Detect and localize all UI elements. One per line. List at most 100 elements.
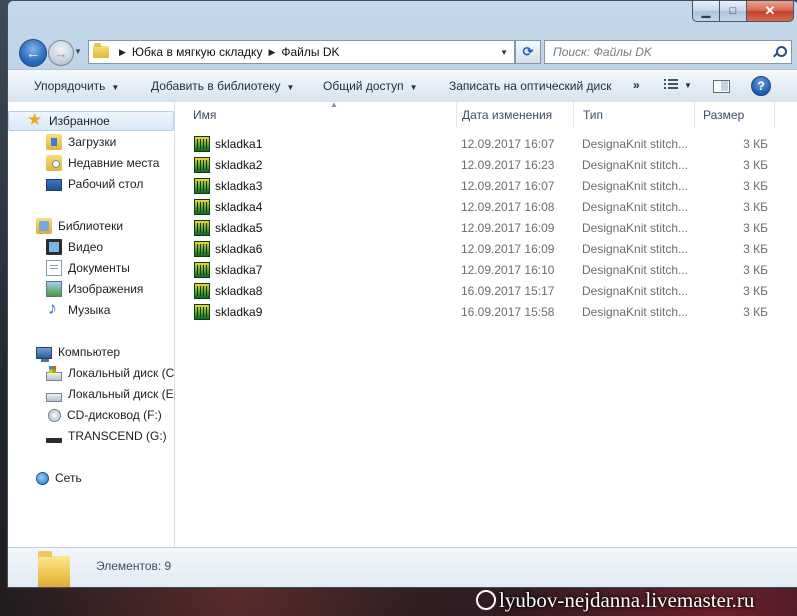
file-name: skladka6 (215, 241, 263, 256)
column-header-label: Размер (703, 108, 745, 122)
add-to-library-button[interactable]: Добавить в библиотеку ▼ (151, 79, 294, 93)
view-options-icon[interactable] (664, 79, 678, 91)
file-size: 3 КБ (743, 262, 768, 277)
maximize-button[interactable]: □ (720, 1, 747, 22)
nav-label: Избранное (49, 114, 110, 128)
images-icon (46, 281, 62, 297)
file-type: DesignaKnit stitch... (582, 220, 689, 235)
preview-pane-icon[interactable] (708, 78, 734, 94)
command-bar: Упорядочить ▼ Добавить в библиотеку ▼ Общи… (8, 69, 797, 103)
organize-label: Упорядочить (34, 79, 106, 93)
file-size: 3 КБ (743, 304, 768, 319)
address-bar[interactable]: ▶ Юбка в мягкую складку ▶ Файлы DK ▼ (88, 40, 515, 64)
stitch-file-icon (194, 282, 210, 299)
folder-icon (93, 43, 109, 58)
minimize-button[interactable]: ▁ (692, 1, 720, 22)
nav-network[interactable]: Сеть (8, 468, 202, 488)
help-button[interactable]: ? (751, 76, 771, 96)
local-disk-icon (46, 392, 62, 402)
stitch-file-icon (194, 198, 210, 215)
file-row[interactable]: skladka6 12.09.2017 16:09 DesignaKnit st… (175, 238, 797, 259)
desktop-icon (46, 179, 62, 191)
stitch-file-icon (194, 240, 210, 257)
back-button[interactable]: ← (19, 39, 47, 67)
file-name: skladka4 (215, 199, 263, 214)
sort-ascending-icon: ▲ (330, 100, 338, 109)
recent-places-icon (46, 155, 62, 171)
file-type: DesignaKnit stitch... (582, 199, 689, 214)
nav-libraries[interactable]: Библиотеки (8, 216, 202, 236)
file-row[interactable]: skladka4 12.09.2017 16:08 DesignaKnit st… (175, 196, 797, 217)
search-icon[interactable] (773, 46, 787, 58)
file-date: 12.09.2017 16:10 (461, 262, 555, 277)
file-date: 12.09.2017 16:09 (461, 241, 555, 256)
music-icon (46, 300, 62, 319)
organize-button[interactable]: Упорядочить ▼ (34, 79, 119, 93)
file-type: DesignaKnit stitch... (582, 241, 689, 256)
file-name: skladka8 (215, 283, 263, 298)
downloads-icon (46, 134, 62, 150)
file-row[interactable]: skladka9 16.09.2017 15:58 DesignaKnit st… (175, 301, 797, 322)
file-row[interactable]: skladka3 12.09.2017 16:07 DesignaKnit st… (175, 175, 797, 196)
nav-label: Сеть (55, 471, 82, 485)
address-dropdown-icon[interactable]: ▼ (500, 48, 508, 57)
chevron-down-icon: ▼ (286, 83, 295, 92)
column-header-name[interactable]: Имя ▲ (185, 100, 457, 128)
breadcrumb-chevron-icon[interactable]: ▶ (119, 47, 126, 58)
file-row[interactable]: skladka8 16.09.2017 15:17 DesignaKnit st… (175, 280, 797, 301)
forward-button[interactable]: → (48, 40, 74, 66)
file-name: skladka1 (215, 136, 263, 151)
column-header-date[interactable]: Дата изменения (454, 102, 574, 128)
file-type: DesignaKnit stitch... (582, 136, 689, 151)
file-row[interactable]: skladka7 12.09.2017 16:10 DesignaKnit st… (175, 259, 797, 280)
watermark-text: lyubov-nejdanna.livemaster.ru (499, 588, 755, 612)
documents-icon (46, 260, 62, 276)
breadcrumb-item[interactable]: Файлы DK (281, 45, 339, 59)
item-count: Элементов: 9 (96, 559, 172, 573)
nav-label: Документы (68, 261, 130, 275)
column-header-size[interactable]: Размер (695, 102, 775, 128)
cd-drive-icon (48, 408, 61, 422)
file-size: 3 КБ (743, 241, 768, 256)
stitch-file-icon (194, 135, 210, 152)
file-name: skladka3 (215, 178, 263, 193)
chevron-down-icon[interactable]: ▼ (684, 81, 692, 90)
close-button[interactable]: ✕ (747, 1, 794, 22)
network-icon (36, 471, 49, 485)
file-date: 12.09.2017 16:23 (461, 157, 555, 172)
file-row[interactable]: skladka1 12.09.2017 16:07 DesignaKnit st… (175, 133, 797, 154)
nav-label: Музыка (68, 303, 111, 317)
search-box[interactable]: Поиск: Файлы DK (544, 40, 792, 64)
nav-computer[interactable]: Компьютер (8, 342, 202, 362)
search-input[interactable]: Поиск: Файлы DK (553, 45, 773, 59)
breadcrumb-chevron-icon[interactable]: ▶ (268, 47, 275, 58)
folder-icon (38, 551, 70, 587)
file-row[interactable]: skladka5 12.09.2017 16:09 DesignaKnit st… (175, 217, 797, 238)
file-row[interactable]: skladka2 12.09.2017 16:23 DesignaKnit st… (175, 154, 797, 175)
file-type: DesignaKnit stitch... (582, 262, 689, 277)
refresh-button[interactable]: ⟳ (515, 40, 541, 64)
column-header-type[interactable]: Тип (575, 102, 695, 128)
chevron-down-icon: ▼ (409, 83, 418, 92)
chevron-down-icon: ▼ (111, 83, 120, 92)
share-label: Общий доступ (323, 79, 404, 93)
nav-label: Загрузки (68, 135, 117, 149)
burn-button[interactable]: Записать на оптический диск (449, 79, 612, 93)
nav-label: Изображения (68, 282, 144, 296)
stitch-file-icon (194, 177, 210, 194)
more-commands-button[interactable]: » (633, 78, 640, 92)
file-date: 16.09.2017 15:17 (461, 283, 555, 298)
share-button[interactable]: Общий доступ ▼ (323, 79, 418, 93)
details-pane: Элементов: 9 (8, 547, 797, 587)
file-type: DesignaKnit stitch... (582, 157, 689, 172)
file-type: DesignaKnit stitch... (582, 178, 689, 193)
file-name: skladka2 (215, 157, 263, 172)
file-date: 12.09.2017 16:08 (461, 199, 555, 214)
navigation-pane: Избранное Загрузки Недавние места Рабочи… (8, 102, 177, 547)
file-size: 3 КБ (743, 283, 768, 298)
breadcrumb-item[interactable]: Юбка в мягкую складку (132, 45, 263, 59)
file-type: DesignaKnit stitch... (582, 304, 689, 319)
recent-pages-dropdown-icon[interactable]: ▼ (74, 47, 82, 56)
nav-label: CD-дисковод (F:) (67, 408, 162, 422)
nav-favorites[interactable]: Избранное (8, 111, 174, 131)
